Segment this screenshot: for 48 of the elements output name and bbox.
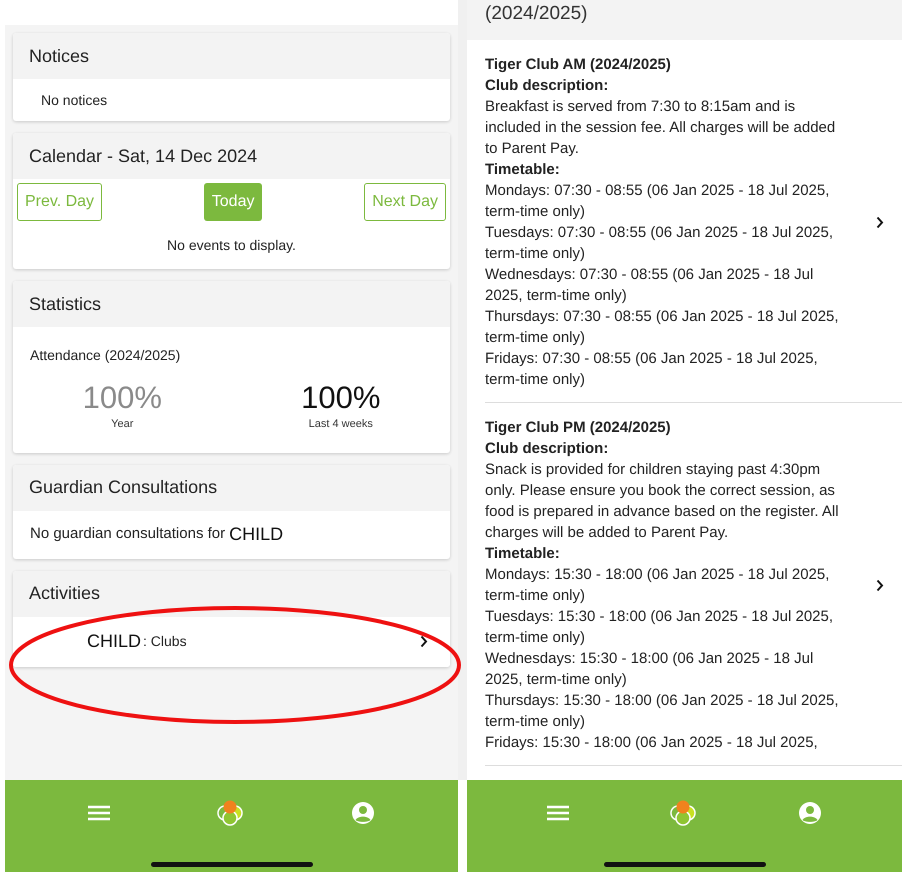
stat-subtitle: Attendance (2024/2025) bbox=[30, 346, 180, 365]
timetable-entry: Mondays: 15:30 - 18:00 (06 Jan 2025 - 18 Jul 2025, term-time only) bbox=[485, 565, 830, 606]
timetable-entry: Wednesdays: 15:30 - 18:00 (06 Jan 2025 - 18 Jul 2025, term-time only) bbox=[485, 649, 814, 690]
field-label: Timetable: bbox=[485, 544, 561, 564]
user-icon[interactable] bbox=[351, 801, 376, 825]
empty-message: No guardian consultations for bbox=[30, 524, 226, 544]
logo-icon[interactable] bbox=[668, 798, 698, 828]
stat-value: 100% bbox=[82, 380, 162, 416]
timetable-entry: Tuesdays: 15:30 - 18:00 (06 Jan 2025 - 18 Jul 2025, term-time only) bbox=[485, 607, 834, 648]
child-name: CHILD bbox=[87, 630, 142, 653]
empty-message: No notices bbox=[41, 90, 108, 110]
club-title: Tiger Club AM (2024/2025) bbox=[485, 55, 672, 75]
menu-icon[interactable] bbox=[88, 805, 110, 821]
stat-label: Last 4 weeks bbox=[308, 417, 373, 432]
timetable-entry: Thursdays: 15:30 - 18:00 (06 Jan 2025 - 18 Jul 2025, term-time only) bbox=[485, 691, 840, 732]
timetable-entry: Fridays: 07:30 - 08:55 (06 Jan 2025 - 18 Jul 2025, term-time only) bbox=[485, 349, 819, 390]
day-button[interactable]: Next Day bbox=[364, 183, 446, 221]
stat-label: Year bbox=[111, 417, 134, 432]
club-description: Breakfast is served from 7:30 to 8:15am and is included in the session fee. All charges will be added to Parent Pay. bbox=[485, 97, 836, 159]
section-heading: (2024/2025) bbox=[485, 2, 588, 26]
card-title: Guardian Consultations bbox=[29, 476, 218, 499]
chevron-right-icon bbox=[420, 635, 428, 648]
card-title: Statistics bbox=[29, 292, 102, 316]
user-icon[interactable] bbox=[798, 801, 822, 825]
stat-value: 100% bbox=[301, 380, 380, 416]
club-description: Snack is provided for children staying past 4:30pm only. Please ensure you book the correct session, as food is prepared in advance based on the register. All charges will be added to Parent Pay. bbox=[485, 460, 840, 543]
timetable-entry: Fridays: 15:30 - 18:00 (06 Jan 2025 - 18 Jul 2025, bbox=[485, 733, 819, 753]
timetable-entry: Tuesdays: 07:30 - 08:55 (06 Jan 2025 - 18 Jul 2025, term-time only) bbox=[485, 223, 834, 264]
chevron-right-icon bbox=[876, 216, 884, 228]
activity-row[interactable]: CHILD: Clubs bbox=[13, 616, 450, 666]
card-title: Activities bbox=[29, 582, 100, 605]
card-title: Calendar - Sat, 14 Dec 2024 bbox=[29, 144, 258, 168]
card-title: Notices bbox=[29, 44, 90, 68]
field-label: Club description: bbox=[485, 439, 610, 459]
field-label: Timetable: bbox=[485, 160, 561, 180]
timetable-entry: Thursdays: 07:30 - 08:55 (06 Jan 2025 - 18 Jul 2025, term-time only) bbox=[485, 307, 840, 348]
logo-icon[interactable] bbox=[215, 798, 246, 828]
child-name: CHILD bbox=[229, 523, 284, 546]
activity-label: : Clubs bbox=[143, 632, 187, 651]
empty-message: No events to display. bbox=[167, 236, 296, 255]
timetable-entry: Mondays: 07:30 - 08:55 (06 Jan 2025 - 18 Jul 2025, term-time only) bbox=[485, 181, 830, 222]
field-label: Club description: bbox=[485, 76, 610, 96]
chevron-right-icon bbox=[876, 578, 884, 592]
timetable-entry: Wednesdays: 07:30 - 08:55 (06 Jan 2025 - 18 Jul 2025, term-time only) bbox=[485, 265, 814, 306]
menu-icon[interactable] bbox=[546, 805, 569, 821]
day-button[interactable]: Today bbox=[204, 183, 262, 221]
club-title: Tiger Club PM (2024/2025) bbox=[485, 418, 672, 438]
day-button[interactable]: Prev. Day bbox=[17, 183, 102, 221]
